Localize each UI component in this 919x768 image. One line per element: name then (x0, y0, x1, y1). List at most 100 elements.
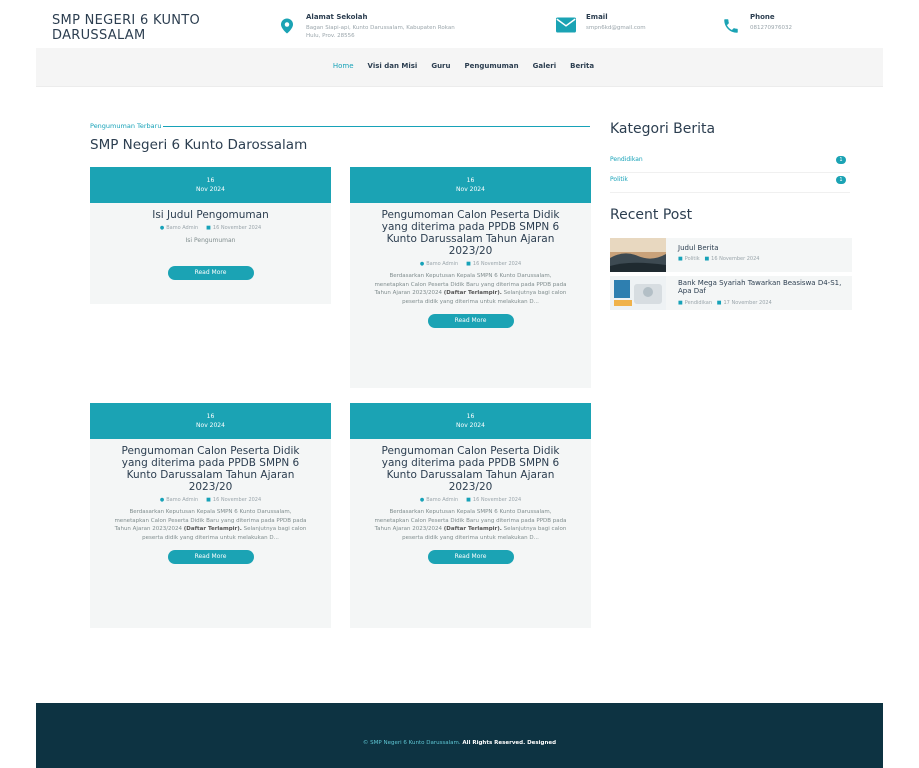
card-author: ● Bamo Admin (159, 497, 199, 503)
nav-berita[interactable]: Berita (570, 62, 594, 70)
announcement-card: 16 Nov 2024 Pengumoman Calon Peserta Did… (350, 403, 591, 628)
category-label: Politik (610, 176, 628, 183)
top-header: SMP NEGERI 6 KUNTO DARUSSALAM Alamat Sek… (0, 0, 919, 48)
card-date-banner: 16 Nov 2024 (90, 167, 331, 203)
announcement-card: 16 Nov 2024 Pengumoman Calon Peserta Did… (90, 403, 331, 628)
card-meta: ● Bamo Admin ■ 16 November 2024 (350, 497, 591, 503)
site-brand[interactable]: SMP NEGERI 6 KUNTO DARUSSALAM (52, 13, 200, 43)
phone-info: Phone 081270976032 (722, 13, 792, 35)
card-date-banner: 16 Nov 2024 (350, 167, 591, 203)
card-date: ■ 16 November 2024 (466, 261, 522, 267)
post-title[interactable]: Judul Berita (678, 244, 848, 252)
section-title: SMP Negeri 6 Kunto Darossalam (90, 137, 308, 153)
recent-post-item[interactable]: Judul Berita ■ Politik ■ 16 November 2024 (610, 238, 852, 272)
nav-menu: Home Visi dan Misi Guru Pengumuman Galer… (36, 62, 883, 70)
brand-line-1: SMP NEGERI 6 KUNTO (52, 13, 201, 28)
recent-post-item[interactable]: Bank Mega Syariah Tawarkan Beasiswa D4-S… (610, 276, 852, 310)
card-meta: ● Bamo Admin ■ 16 November 2024 (90, 497, 331, 503)
categories-title: Kategori Berita (610, 121, 716, 137)
site-footer: © SMP Negeri 6 Kunto Darussalam. All Rig… (36, 703, 883, 768)
card-author: ● Bamo Admin (419, 497, 459, 503)
nav-pengumuman[interactable]: Pengumuman (465, 62, 519, 70)
nav-home[interactable]: Home (333, 62, 354, 70)
folder-icon: ■ (678, 300, 683, 306)
card-body: Berdasarkan Keputusan Kepala SMPN 6 Kunt… (374, 273, 567, 305)
rights-text: All Rights Reserved. Designed (462, 740, 557, 746)
brand-line-2: DARUSSALAM (52, 28, 146, 43)
section-divider (163, 126, 590, 127)
category-item-politik[interactable]: Politik 1 (610, 172, 850, 193)
read-more-button[interactable]: Read More (427, 314, 514, 328)
envelope-icon (556, 17, 576, 33)
announcement-card: 16 Nov 2024 Isi Judul Pengomuman ● Bamo A… (90, 167, 331, 304)
email-value[interactable]: smpn6kd@gmail.com (586, 24, 646, 32)
address-info: Alamat Sekolah Bagan Siapi-api, Kunto Da… (278, 13, 455, 40)
post-meta: ■ Pendidikan ■ 17 November 2024 (678, 300, 772, 306)
address-line-1: Bagan Siapi-api, Kunto Darussalam, Kabup… (306, 25, 455, 31)
card-date-banner: 16 Nov 2024 (350, 403, 591, 439)
post-category[interactable]: Politik (685, 256, 700, 262)
card-day: 16 (206, 413, 215, 420)
main-navbar: Home Visi dan Misi Guru Pengumuman Galer… (36, 48, 883, 87)
calendar-icon: ■ (716, 300, 722, 306)
address-line-2: Hulu, Prov. 28556 (306, 33, 355, 39)
card-body: Isi Pengumuman (185, 237, 236, 244)
user-icon: ● (159, 225, 165, 231)
card-body: Berdasarkan Keputusan Kepala SMPN 6 Kunt… (114, 509, 307, 541)
nav-galeri[interactable]: Galeri (533, 62, 556, 70)
email-info: Email smpn6kd@gmail.com (556, 13, 646, 33)
post-thumbnail (610, 238, 666, 272)
read-more-button[interactable]: Read More (167, 550, 254, 564)
post-title[interactable]: Bank Mega Syariah Tawarkan Beasiswa D4-S… (678, 279, 848, 295)
card-date: ■ 16 November 2024 (206, 225, 262, 231)
post-date: 17 November 2024 (723, 300, 772, 306)
category-item-pendidikan[interactable]: Pendidikan 1 (610, 152, 850, 173)
copyright-text[interactable]: © SMP Negeri 6 Kunto Darussalam. (363, 740, 461, 746)
card-body: Berdasarkan Keputusan Kepala SMPN 6 Kunt… (374, 509, 567, 541)
post-category[interactable]: Pendidikan (685, 300, 712, 306)
card-meta: ● Bamo Admin ■ 16 November 2024 (350, 261, 591, 267)
email-title: Email (586, 13, 608, 21)
card-month-year: Nov 2024 (456, 422, 485, 429)
phone-value[interactable]: 081270976032 (750, 24, 792, 32)
card-month-year: Nov 2024 (196, 422, 225, 429)
card-title[interactable]: Isi Judul Pengomuman (90, 209, 331, 221)
user-icon: ● (419, 261, 425, 267)
phone-title: Phone (750, 13, 775, 21)
phone-icon (724, 19, 738, 33)
post-date: 16 November 2024 (711, 256, 760, 262)
folder-icon: ■ (678, 256, 683, 262)
calendar-icon: ■ (466, 497, 471, 503)
category-count-badge: 1 (836, 176, 846, 184)
calendar-icon: ■ (206, 225, 211, 231)
card-date: ■ 16 November 2024 (466, 497, 522, 503)
card-title[interactable]: Pengumoman Calon Peserta Didik yang dite… (350, 209, 591, 257)
nav-guru[interactable]: Guru (431, 62, 450, 70)
calendar-icon: ■ (206, 497, 211, 503)
post-meta: ■ Politik ■ 16 November 2024 (678, 256, 759, 262)
section-subtitle: Pengumuman Terbaru (90, 122, 162, 130)
card-author: ● Bamo Admin (419, 261, 459, 267)
card-date: ■ 16 November 2024 (206, 497, 262, 503)
card-date-banner: 16 Nov 2024 (90, 403, 331, 439)
card-meta: ● Bamo Admin ■ 16 November 2024 (90, 225, 331, 231)
read-more-button[interactable]: Read More (167, 266, 254, 280)
user-icon: ● (159, 497, 165, 503)
category-label: Pendidikan (610, 156, 643, 163)
announcement-card: 16 Nov 2024 Pengumoman Calon Peserta Did… (350, 167, 591, 388)
recent-post-title: Recent Post (610, 207, 693, 223)
card-day: 16 (206, 177, 215, 184)
card-month-year: Nov 2024 (196, 186, 225, 193)
calendar-icon: ■ (466, 261, 471, 267)
card-month-year: Nov 2024 (456, 186, 485, 193)
post-thumbnail (610, 276, 666, 310)
read-more-button[interactable]: Read More (427, 550, 514, 564)
user-icon: ● (419, 497, 425, 503)
nav-visi-misi[interactable]: Visi dan Misi (368, 62, 418, 70)
map-marker-icon (281, 18, 293, 34)
address-title: Alamat Sekolah (306, 13, 368, 21)
card-title[interactable]: Pengumoman Calon Peserta Didik yang dite… (350, 445, 591, 493)
category-count-badge: 1 (836, 156, 846, 164)
card-day: 16 (466, 177, 475, 184)
card-title[interactable]: Pengumoman Calon Peserta Didik yang dite… (90, 445, 331, 493)
